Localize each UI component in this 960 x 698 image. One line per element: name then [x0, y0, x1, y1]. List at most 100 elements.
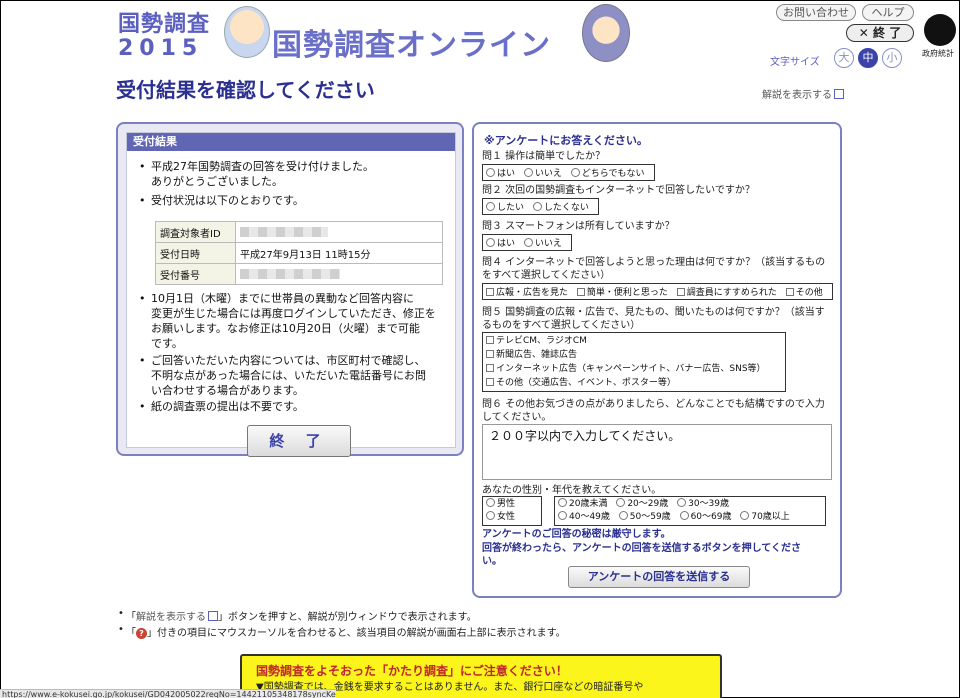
notice-line: 回答が終わったら、アンケートの回答を送信するボタンを押してくださ	[482, 543, 801, 554]
masked-receipt-number	[240, 268, 340, 279]
q1-option-yes[interactable]: はい	[486, 168, 516, 179]
q4-option-easy[interactable]: 簡単・便利と思った	[576, 288, 668, 298]
checkbox-icon	[576, 288, 585, 296]
survey-privacy-notice: アンケートのご回答の秘密は厳守します。	[482, 529, 671, 540]
gender-option-male[interactable]: 男性	[486, 498, 538, 511]
q4-option-enumerator[interactable]: 調査員にすすめられた	[676, 288, 777, 298]
age-option-under20[interactable]: 20歳未満	[558, 498, 608, 509]
age-option-30s[interactable]: 30〜39歳	[677, 498, 729, 509]
q1-option-neither[interactable]: どちらでもない	[570, 168, 645, 179]
age-option-20s[interactable]: 20〜29歳	[616, 498, 668, 509]
q3-option-no[interactable]: いいえ	[523, 238, 562, 249]
age-option-50s[interactable]: 50〜59歳	[618, 511, 671, 522]
warning-title: 国勢調査をよそおった「かたり調査」にご注意ください！	[256, 664, 568, 678]
font-size-label: 文字サイズ	[770, 57, 820, 68]
end-button[interactable]: 終 了	[247, 425, 351, 457]
q5-options: テレビCM、ラジオCM 新聞広告、雑誌広告 インターネット広告（キャンペーンサイ…	[482, 332, 786, 392]
note-text: 」付きの項目にマウスカーソルを合わせると、該当項目の解説が画面右上部に表示されま…	[147, 628, 566, 639]
question-mark-icon: ?	[136, 628, 147, 639]
census-logo[interactable]: 国勢調査 2015	[118, 6, 210, 61]
note-help-icon: 「?」付きの項目にマウスカーソルを合わせると、該当項目の解説が画面右上部に表示さ…	[118, 624, 566, 639]
table-row: 調査対象者ID	[155, 221, 443, 243]
radio-icon	[523, 168, 533, 177]
option-label: 女性	[497, 512, 516, 522]
result-section-title: 受付結果	[127, 133, 455, 151]
option-label: したくない	[543, 203, 589, 213]
checkbox-icon	[486, 336, 494, 344]
q2-option-want[interactable]: したい	[486, 202, 524, 213]
font-size-medium-button[interactable]: 中	[858, 48, 878, 68]
age-row: 40〜49歳 50〜59歳 60〜69歳 70歳以上	[558, 511, 822, 524]
q5-option-internet[interactable]: インターネット広告（キャンペーンサイト、バナー広告、SNS等）	[486, 362, 782, 376]
bullet-line: い合わせする場合があります。	[151, 384, 304, 397]
q6-textarea[interactable]: ２００字以内で入力してください。	[482, 424, 832, 480]
row-label: 受付番号	[155, 263, 236, 285]
option-label: 50〜59歳	[629, 512, 671, 522]
radio-icon	[486, 511, 495, 520]
inquiry-button[interactable]: お問い合わせ	[776, 4, 856, 21]
radio-icon	[740, 511, 750, 520]
q4-option-other[interactable]: その他	[785, 288, 823, 298]
result-bullet-status: 受付状況は以下のとおりです。	[139, 193, 304, 208]
help-button[interactable]: ヘルプ	[862, 4, 914, 21]
result-panel: 受付結果 平成27年国勢調査の回答を受け付けました。 ありがとうございました。 …	[116, 122, 464, 457]
option-label: 20歳未満	[569, 499, 608, 509]
submit-survey-button[interactable]: アンケートの回答を送信する	[568, 566, 750, 588]
option-label: はい	[497, 169, 516, 179]
gov-stats-logo-icon	[924, 14, 956, 46]
q3-options: はい いいえ	[482, 234, 572, 251]
q4-option-ad[interactable]: 広報・広告を見た	[486, 288, 568, 298]
option-label: はい	[497, 239, 516, 249]
q5-option-newspaper[interactable]: 新聞広告、雑誌広告	[486, 348, 782, 362]
row-value	[235, 263, 443, 285]
q3-option-yes[interactable]: はい	[486, 238, 516, 249]
option-label: 広報・広告を見た	[496, 288, 569, 298]
bullet-line: 変更が生じた場合には再度ログインしていただき、修正を	[151, 307, 436, 320]
explain-link[interactable]: 解説を表示する	[762, 86, 844, 101]
q5-option-other[interactable]: その他（交通広告、イベント、ポスター等）	[486, 376, 782, 390]
note-explain-link[interactable]: 解説を表示する	[136, 612, 206, 623]
q4-label: 問４ インターネットで回答しようと思った理由は何ですか？（該当するもの をすべて…	[482, 256, 825, 282]
gov-stats-logo-label: 政府統計	[922, 49, 954, 58]
bullet-line: 10月1日（木曜）までに世帯員の異動など回答内容に	[151, 292, 414, 305]
radio-icon	[618, 511, 628, 520]
gender-option-female[interactable]: 女性	[486, 511, 538, 524]
option-label: インターネット広告（キャンペーンサイト、バナー広告、SNS等）	[496, 364, 766, 374]
age-option-60s[interactable]: 60〜69歳	[679, 511, 731, 522]
radio-icon	[486, 238, 495, 247]
survey-heading: ※アンケートにお答えください。	[484, 134, 648, 147]
table-row: 受付日時 平成27年9月13日 11時15分	[155, 242, 443, 264]
bullet-line: です。	[151, 337, 183, 350]
radio-icon	[486, 498, 495, 507]
radio-icon	[558, 511, 567, 520]
note-text: 「	[126, 628, 136, 639]
age-option-70plus[interactable]: 70歳以上	[740, 511, 790, 522]
close-button[interactable]: ✕ 終 了	[846, 24, 914, 42]
option-label: 調査員にすすめられた	[686, 288, 777, 298]
age-options: 20歳未満 20〜29歳 30〜39歳 40〜49歳 50〜59歳 60〜69歳…	[554, 496, 826, 526]
q1-label: 問１ 操作は簡単でしたか？	[482, 151, 606, 162]
checkbox-icon	[676, 288, 685, 296]
option-label: 70歳以上	[751, 512, 790, 522]
note-explain: 「解説を表示する 」ボタンを押すと、解説が別ウィンドウで表示されます。	[118, 608, 477, 623]
question-line: をすべて選択してください）	[482, 270, 611, 281]
result-bullet-modify: 10月1日（木曜）までに世帯員の異動など回答内容に 変更が生じた場合には再度ログ…	[139, 291, 436, 351]
row-label: 調査対象者ID	[155, 221, 236, 243]
bullet-line: 不明な点があった場合には、いただいた電話番号にお問	[151, 369, 426, 382]
q1-options: はい いいえ どちらでもない	[482, 164, 655, 181]
mascot-baby-icon	[224, 6, 270, 58]
radio-icon	[486, 202, 495, 211]
q3-label: 問３ スマートフォンは所有していますか？	[482, 221, 675, 232]
age-option-40s[interactable]: 40〜49歳	[558, 511, 610, 522]
font-size-large-button[interactable]: 大	[834, 48, 854, 68]
option-label: 新聞広告、雑誌広告	[496, 350, 578, 360]
q2-option-not-want[interactable]: したくない	[532, 202, 589, 213]
font-size-small-button[interactable]: 小	[882, 48, 902, 68]
note-text: 「	[126, 612, 136, 623]
q2-label: 問２ 次回の国勢調査もインターネットで回答したいですか？	[482, 185, 755, 196]
page-title: 受付結果を確認してください	[116, 78, 375, 102]
q5-option-tv[interactable]: テレビCM、ラジオCM	[486, 334, 782, 348]
question-line: 問６ その他お気づきの点がありましたら、どんなことでも結構ですので入力	[482, 399, 825, 410]
q1-option-no[interactable]: いいえ	[523, 168, 562, 179]
survey-panel: ※アンケートにお答えください。 問１ 操作は簡単でしたか？ はい いいえ どちら…	[472, 122, 842, 598]
